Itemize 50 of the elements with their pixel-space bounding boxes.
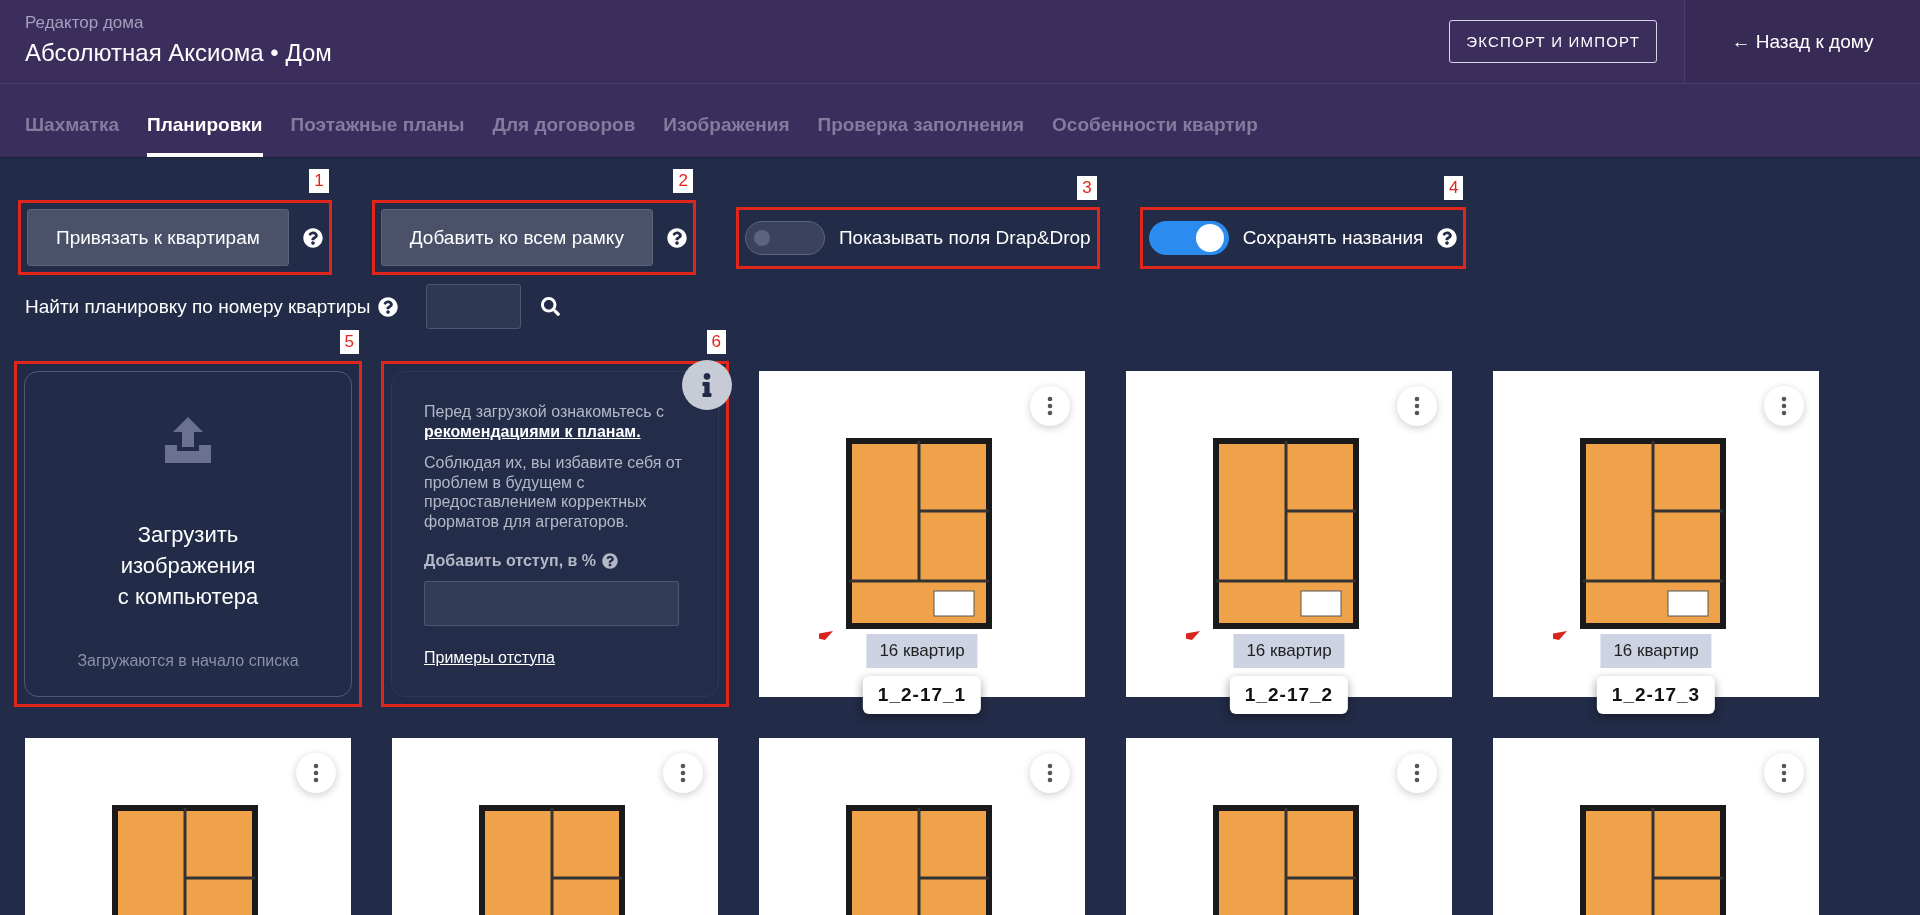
apartment-count: 16 квартир: [1233, 634, 1345, 668]
input-field[interactable]: [424, 580, 679, 626]
help-icon[interactable]: [666, 227, 687, 248]
more-icon[interactable]: [1764, 753, 1804, 793]
info-icon[interactable]: [682, 360, 732, 410]
help-icon[interactable]: [378, 296, 399, 317]
more-icon[interactable]: [1764, 386, 1804, 426]
toggle-switch[interactable]: [1148, 220, 1229, 255]
field-label: Добавить отступ, в %: [424, 551, 597, 571]
annotation-number: 1: [309, 169, 329, 193]
help-icon[interactable]: [1437, 227, 1458, 248]
search-field[interactable]: [426, 284, 522, 329]
plan-name[interactable]: 1_2-17_2: [1229, 676, 1349, 714]
editor-subtitle: Редактор дома: [25, 13, 145, 33]
tab[interactable]: Планировки: [147, 84, 263, 157]
upload-note: Загружаются в начало списка: [77, 652, 299, 670]
search-icon[interactable]: [541, 297, 561, 316]
recommendations-link[interactable]: рекомендациями к планам.: [424, 422, 641, 440]
annotation-number: 6: [706, 330, 726, 354]
help-icon[interactable]: [302, 227, 323, 248]
plan-name[interactable]: 1_2-17_1: [862, 676, 982, 714]
more-icon[interactable]: [1030, 753, 1070, 793]
help-icon[interactable]: [602, 552, 619, 569]
upload-icon: [165, 417, 211, 463]
more-icon[interactable]: [1030, 386, 1070, 426]
more-icon[interactable]: [663, 753, 703, 793]
info-paragraph: Соблюдая их, вы избавите себя от проблем в будущем с предоставлением корректных форматов для агрегаторов.: [424, 453, 683, 531]
annotation-number: 3: [1077, 175, 1097, 200]
toggle-switch[interactable]: [744, 220, 825, 255]
toggle-label: Показывать поля Drap&Drop: [838, 226, 1091, 249]
apartment-count: 16 квартир: [1600, 634, 1712, 668]
search-label: Найти планировку по номеру квартиры: [25, 295, 371, 318]
more-icon[interactable]: [296, 753, 336, 793]
plan-name[interactable]: 1_2-17_3: [1596, 676, 1716, 714]
apartment-count: 16 квартир: [866, 634, 978, 668]
toggle-label: Сохранять названия: [1242, 226, 1424, 249]
upload-title: Загрузить изображения с компьютера: [117, 521, 259, 611]
toolbar-button[interactable]: Добавить ко всем рамку: [380, 209, 653, 266]
more-icon[interactable]: [1397, 386, 1437, 426]
back-link[interactable]: ← Назад к дому: [1684, 0, 1920, 83]
upload-card[interactable]: Загрузить изображения с компьютера Загружаются в начало списка: [24, 371, 352, 697]
annotation-number: 5: [339, 330, 359, 354]
annotation-number: 2: [673, 169, 693, 193]
annotation-number: 4: [1443, 175, 1464, 200]
more-icon[interactable]: [1397, 753, 1437, 793]
page-title: Абсолютная Аксиома • Дом: [25, 39, 333, 67]
info-paragraph: Перед загрузкой ознакомьтесь с рекомендациями к планам.: [424, 402, 665, 441]
toolbar-button[interactable]: Привязать к квартирам: [27, 209, 289, 266]
examples-link[interactable]: Примеры отступа: [424, 647, 555, 667]
export-import-button[interactable]: ЭКСПОРТ И ИМПОРТ: [1449, 20, 1657, 63]
